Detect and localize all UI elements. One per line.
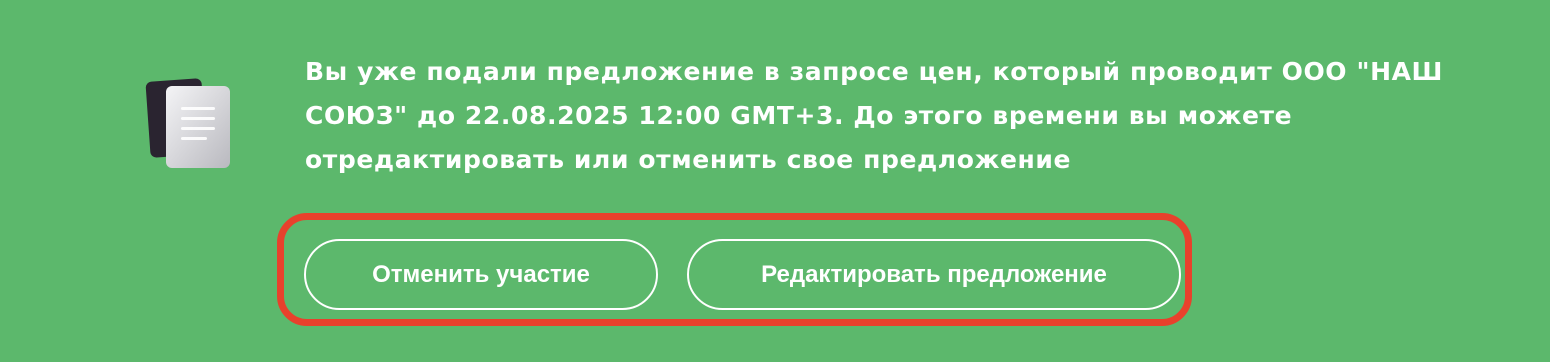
offer-submitted-banner: Вы уже подали предложение в запросе цен,… [0, 0, 1550, 362]
offer-status-message: Вы уже подали предложение в запросе цен,… [305, 57, 1444, 174]
document-icon [144, 76, 236, 172]
cancel-participation-button[interactable]: Отменить участие [304, 239, 658, 310]
edit-offer-button[interactable]: Редактировать предложение [687, 239, 1181, 310]
